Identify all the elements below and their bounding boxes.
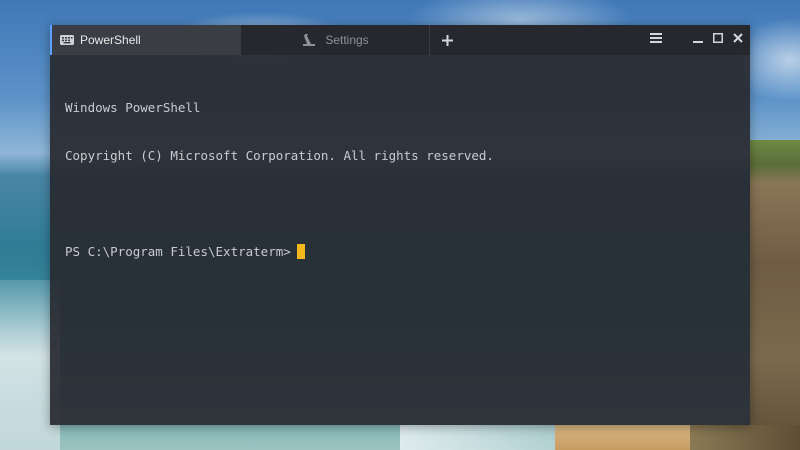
hamburger-menu-icon bbox=[650, 33, 662, 43]
terminal-line: Windows PowerShell bbox=[65, 100, 201, 115]
terminal-window: PowerShell Settings Windows PowerShell C… bbox=[50, 25, 750, 425]
tab-powershell[interactable]: PowerShell bbox=[50, 25, 240, 55]
minimize-icon bbox=[693, 41, 703, 43]
keyboard-icon bbox=[60, 35, 74, 45]
terminal-line: Copyright (C) Microsoft Corporation. All… bbox=[65, 148, 494, 163]
tab-bar: PowerShell Settings bbox=[50, 25, 750, 55]
minimize-button[interactable] bbox=[688, 25, 708, 51]
background-cliff bbox=[750, 140, 800, 450]
desktop-background: PowerShell Settings Windows PowerShell C… bbox=[0, 0, 800, 450]
tab-powershell-label: PowerShell bbox=[80, 33, 141, 47]
background-rocks bbox=[690, 425, 800, 450]
tab-settings-label: Settings bbox=[325, 33, 369, 47]
maximize-icon bbox=[713, 33, 723, 43]
plus-icon bbox=[441, 34, 453, 46]
background-surf-bottom bbox=[400, 425, 580, 450]
close-icon bbox=[733, 33, 743, 43]
settings-wrench-icon bbox=[301, 33, 317, 47]
prompt-text: PS C:\Program Files\Extraterm> bbox=[65, 244, 291, 259]
new-tab-button[interactable] bbox=[438, 25, 456, 55]
menu-button[interactable] bbox=[646, 25, 666, 51]
text-cursor bbox=[296, 244, 305, 259]
tab-settings[interactable]: Settings bbox=[240, 25, 430, 55]
close-button[interactable] bbox=[728, 25, 748, 51]
prompt-line: PS C:\Program Files\Extraterm> bbox=[65, 244, 740, 260]
background-beach bbox=[555, 425, 705, 450]
terminal-output[interactable]: Windows PowerShell Copyright (C) Microso… bbox=[65, 68, 740, 415]
maximize-button[interactable] bbox=[708, 25, 728, 51]
